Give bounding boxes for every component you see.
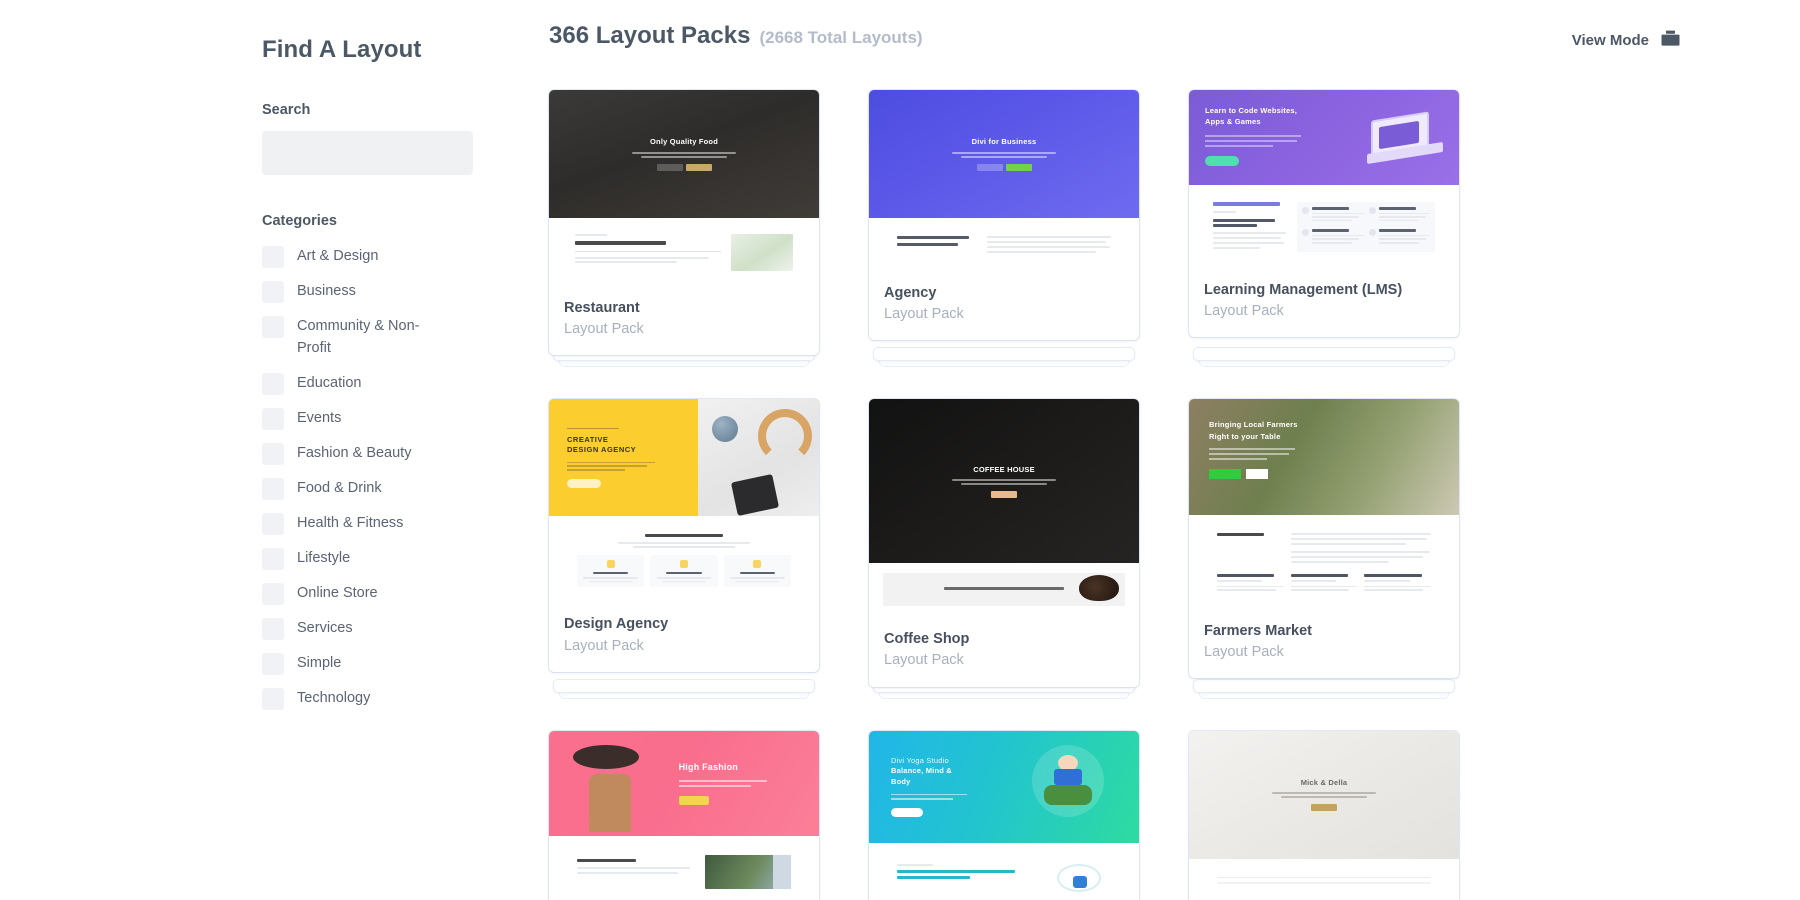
view-mode-label: View Mode [1571, 32, 1649, 49]
thumbnail-preview-body [869, 842, 1139, 900]
layout-pack-grid: Only Quality Food Restaurant Layout Pack Di… [549, 90, 1740, 900]
card-meta: Design Agency Layout Pack [549, 603, 819, 671]
card-meta: Coffee Shop Layout Pack [869, 618, 1139, 686]
layout-pack-thumbnail: Learn to Code Websites, Apps & Games [1189, 90, 1459, 269]
layout-pack-card[interactable]: CREATIVE DESIGN AGENCY Design Agency Layout… [549, 399, 819, 699]
layout-pack-thumbnail: Bringing Local Farmers Right to your Tabl… [1189, 399, 1459, 610]
layout-pack-card[interactable]: Divi for Business Agency Layout Pack [869, 90, 1139, 368]
layout-pack-card-body[interactable]: Divi for Business Agency Layout Pack [869, 90, 1139, 341]
layout-pack-card-body[interactable]: CREATIVE DESIGN AGENCY Design Agency Layout… [549, 399, 819, 672]
layout-pack-card-body[interactable]: Mick & DellaWeddingLayout Pack [1189, 730, 1459, 900]
thumbnail-hero: CREATIVE DESIGN AGENCY [549, 399, 819, 517]
card-meta: Farmers Market Layout Pack [1189, 610, 1459, 678]
layout-pack-thumbnail: COFFEE HOUSE [869, 399, 1139, 619]
card-stack-layer [553, 678, 815, 693]
card-stack-layer [873, 347, 1135, 362]
layout-pack-card[interactable]: Learn to Code Websites, Apps & Games Learn… [1189, 90, 1459, 368]
layout-pack-card-body[interactable]: Divi Yoga StudioBalance, Mind &BodyYoga … [869, 730, 1139, 900]
layout-pack-subtitle: Layout Pack [1204, 302, 1284, 319]
grid-folder-icon[interactable] [1661, 30, 1680, 51]
pack-count: 366 Layout Packs [549, 22, 751, 49]
layout-pack-card[interactable]: Only Quality Food Restaurant Layout Pack [549, 90, 819, 368]
layout-pack-title: Learning Management (LMS) [1204, 281, 1403, 298]
layout-pack-subtitle: Layout Pack [564, 637, 644, 654]
layout-pack-subtitle: Layout Pack [884, 306, 964, 323]
layout-pack-thumbnail: Divi Yoga Studio Balance, Mind & Body [869, 730, 1139, 900]
layout-pack-title: Farmers Market [1204, 622, 1312, 639]
thumbnail-hero: Bringing Local Farmers Right to your Tabl… [1189, 399, 1459, 516]
layout-pack-thumbnail: High Fashion [549, 730, 819, 900]
layout-pack-thumbnail: Mick & Della [1189, 730, 1459, 900]
thumbnail-preview-body [869, 563, 1139, 619]
thumbnail-preview-body [1189, 858, 1459, 900]
thumbnail-hero: Learn to Code Websites, Apps & Games [1189, 90, 1459, 185]
layout-pack-card[interactable]: Mick & DellaWeddingLayout Pack [1189, 730, 1459, 900]
total-layouts-count: (2668 Total Layouts) [759, 28, 923, 47]
layout-pack-subtitle: Layout Pack [884, 652, 964, 669]
layout-browser-page: Find A Layout Search Categories Art & De… [0, 0, 1800, 900]
layout-pack-card[interactable]: COFFEE HOUSE Coffee Shop Layout Pack [869, 399, 1139, 699]
layout-pack-title: Agency [884, 285, 937, 301]
thumbnail-preview-body [549, 835, 819, 900]
thumbnail-preview-body [869, 218, 1139, 272]
thumbnail-hero: COFFEE HOUSE [869, 399, 1139, 564]
thumbnail-preview-body [1189, 185, 1459, 269]
view-mode-toggle[interactable]: View Mode [1572, 30, 1680, 51]
layout-pack-thumbnail: Divi for Business [869, 90, 1139, 272]
thumbnail-preview-body [549, 516, 819, 604]
layout-pack-card[interactable]: Divi Yoga StudioBalance, Mind &BodyYoga … [869, 730, 1139, 900]
thumbnail-hero: Only Quality Food [549, 90, 819, 218]
card-stack-layer [1193, 347, 1455, 362]
layout-pack-subtitle: Layout Pack [564, 321, 644, 338]
layout-pack-title: Coffee Shop [884, 631, 970, 648]
card-meta: Learning Management (LMS) Layout Pack [1189, 269, 1459, 337]
layout-pack-card-body[interactable]: Bringing Local Farmers Right to your Tabl… [1189, 399, 1459, 679]
thumbnail-hero: Divi Yoga Studio Balance, Mind & Body [869, 730, 1139, 843]
thumbnail-preview-body [1189, 515, 1459, 610]
layout-pack-card-body[interactable]: Learn to Code Websites, Apps & Games Learn… [1189, 90, 1459, 337]
layout-pack-title: Design Agency [564, 616, 669, 633]
card-meta: Restaurant Layout Pack [549, 287, 819, 355]
thumbnail-hero: Divi for Business [869, 90, 1139, 218]
main-content: 366 Layout Packs (2668 Total Layouts) Vi… [277, 22, 1800, 900]
layout-pack-title: Restaurant [564, 300, 640, 316]
layout-pack-card[interactable]: Bringing Local Farmers Right to your Tabl… [1189, 399, 1459, 699]
layout-pack-thumbnail: Only Quality Food [549, 90, 819, 287]
card-stack-layer [1193, 678, 1455, 693]
thumbnail-preview-body [549, 218, 819, 287]
layout-pack-card-body[interactable]: COFFEE HOUSE Coffee Shop Layout Pack [869, 399, 1139, 687]
layout-pack-card[interactable]: High FashionHigh FashionLayout Pack [549, 730, 819, 900]
layout-pack-thumbnail: CREATIVE DESIGN AGENCY [549, 399, 819, 604]
layout-pack-subtitle: Layout Pack [1204, 643, 1284, 660]
layout-pack-card-body[interactable]: High FashionHigh FashionLayout Pack [549, 730, 819, 900]
thumbnail-hero: Mick & Della [1189, 730, 1459, 859]
results-header: 366 Layout Packs (2668 Total Layouts) Vi… [549, 22, 1740, 68]
card-meta: Agency Layout Pack [869, 272, 1139, 340]
thumbnail-hero: High Fashion [549, 730, 819, 836]
layout-pack-card-body[interactable]: Only Quality Food Restaurant Layout Pack [549, 90, 819, 356]
